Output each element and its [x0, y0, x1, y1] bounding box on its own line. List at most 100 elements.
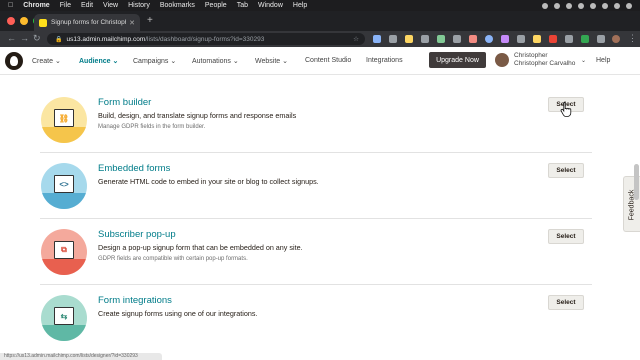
extension-icon[interactable] — [469, 35, 477, 43]
bookmark-star-icon[interactable]: ☆ — [353, 35, 359, 43]
help-link[interactable]: Help — [596, 57, 610, 64]
menu-people[interactable]: People — [205, 2, 227, 9]
nav-integrations[interactable]: Integrations — [366, 57, 403, 64]
apple-icon[interactable]:  — [8, 2, 13, 9]
extension-icon[interactable] — [565, 35, 573, 43]
extension-icon[interactable] — [405, 35, 413, 43]
nav-campaigns[interactable]: Campaigns ⌄ — [133, 57, 176, 65]
form-option-row: ⧉ Subscriber pop-up Design a pop-up sign… — [40, 219, 592, 285]
form-option-row: <> Embedded forms Generate HTML code to … — [40, 153, 592, 219]
status-icon[interactable] — [626, 2, 632, 9]
form-option-row: ⛓ Form builder Build, design, and transl… — [40, 87, 592, 153]
url-path: /lists/dashboard/signup-forms?id=330293 — [145, 35, 265, 43]
illustration-band — [41, 325, 87, 341]
status-icon[interactable] — [554, 2, 560, 9]
extension-icon[interactable] — [501, 35, 509, 43]
url-host: us13.admin.mailchimp.com — [66, 35, 146, 43]
extension-icon[interactable] — [485, 35, 493, 43]
illustration-band — [41, 127, 87, 143]
select-button[interactable]: Select — [548, 295, 584, 310]
illustration-band — [41, 193, 87, 209]
account-full-name: Christopher Carvalho — [514, 60, 576, 67]
option-description: Design a pop-up signup form that can be … — [98, 243, 303, 252]
status-icon[interactable] — [566, 2, 572, 9]
page-scrollbar[interactable] — [634, 78, 639, 350]
browser-menu-icon[interactable]: ⋮ — [628, 33, 637, 44]
nav-create[interactable]: Create ⌄ — [32, 57, 61, 65]
option-note: Manage GDPR fields in the form builder. — [98, 124, 206, 130]
option-description: Build, design, and translate signup form… — [98, 111, 297, 120]
status-icon[interactable] — [602, 2, 608, 9]
nav-audience[interactable]: Audience ⌄ — [79, 57, 118, 65]
avatar[interactable] — [495, 53, 509, 67]
scrollbar-thumb[interactable] — [634, 164, 639, 200]
browser-tab[interactable]: Signup forms for Christopher C ✕ — [34, 14, 140, 31]
code-icon: <> — [54, 175, 74, 193]
status-icon[interactable] — [614, 2, 620, 9]
swap-arrows-icon: ⇆ — [54, 307, 74, 325]
extension-icon[interactable] — [581, 35, 589, 43]
status-icon[interactable] — [590, 2, 596, 9]
extension-icon[interactable] — [437, 35, 445, 43]
form-integrations-illustration: ⇆ — [41, 295, 87, 341]
close-window-button[interactable] — [7, 17, 15, 25]
menu-history[interactable]: History — [128, 2, 150, 9]
close-tab-icon[interactable]: ✕ — [129, 19, 135, 27]
embedded-forms-illustration: <> — [41, 163, 87, 209]
extension-icon[interactable] — [453, 35, 461, 43]
select-button[interactable]: Select — [548, 163, 584, 178]
option-note: GDPR fields are compatible with certain … — [98, 256, 248, 262]
option-title[interactable]: Form builder — [98, 97, 151, 108]
popup-window-icon: ⧉ — [54, 241, 74, 259]
nav-content-studio[interactable]: Content Studio — [305, 57, 351, 64]
minimize-window-button[interactable] — [20, 17, 28, 25]
extension-icon[interactable] — [373, 35, 381, 43]
extension-icon[interactable] — [549, 35, 557, 43]
hand-cursor-icon — [560, 101, 572, 117]
menu-app-name[interactable]: Chrome — [23, 2, 49, 9]
mailchimp-logo-icon[interactable] — [5, 52, 23, 70]
account-menu[interactable]: Christopher Christopher Carvalho — [514, 52, 575, 68]
link-icon: ⛓ — [54, 109, 74, 127]
forward-icon[interactable]: → — [20, 33, 29, 43]
browser-tab-bar: Signup forms for Christopher C ✕ — [0, 11, 640, 31]
illustration-band — [41, 259, 87, 275]
new-tab-icon[interactable]: + — [147, 15, 153, 26]
extension-icon[interactable] — [533, 35, 541, 43]
extension-icon[interactable] — [389, 35, 397, 43]
nav-automations[interactable]: Automations ⌄ — [192, 57, 239, 65]
back-icon[interactable]: ← — [7, 33, 16, 43]
reload-icon[interactable]: ↻ — [33, 33, 41, 44]
option-title[interactable]: Embedded forms — [98, 163, 170, 174]
subscriber-popup-illustration: ⧉ — [41, 229, 87, 275]
extension-icon[interactable] — [517, 35, 525, 43]
lock-icon: 🔒 — [55, 36, 63, 43]
extension-icon[interactable] — [421, 35, 429, 43]
form-option-row: ⇆ Form integrations Create signup forms … — [40, 285, 592, 351]
select-button[interactable]: Select — [548, 229, 584, 244]
address-bar[interactable]: 🔒 us13.admin.mailchimp.com /lists/dashbo… — [47, 33, 365, 45]
tab-title: Signup forms for Christopher C — [51, 19, 126, 26]
status-icon[interactable] — [578, 2, 584, 9]
nav-website[interactable]: Website ⌄ — [255, 57, 288, 65]
menu-window[interactable]: Window — [258, 2, 283, 9]
upgrade-now-button[interactable]: Upgrade Now — [429, 52, 486, 68]
status-icon[interactable] — [542, 2, 548, 9]
menu-tab[interactable]: Tab — [237, 2, 248, 9]
extension-icon[interactable] — [597, 35, 605, 43]
form-builder-illustration: ⛓ — [41, 97, 87, 143]
menu-bookmarks[interactable]: Bookmarks — [160, 2, 195, 9]
mac-menu-bar:  Chrome File Edit View History Bookmark… — [0, 0, 640, 11]
account-name: Christopher — [514, 52, 548, 59]
menu-status-icons — [542, 2, 640, 9]
menu-file[interactable]: File — [60, 2, 71, 9]
menu-help[interactable]: Help — [293, 2, 307, 9]
link-status-bar: https://us13.admin.mailchimp.com/lists/d… — [0, 353, 162, 360]
option-title[interactable]: Form integrations — [98, 295, 172, 306]
profile-avatar-icon[interactable] — [612, 35, 620, 43]
menu-edit[interactable]: Edit — [81, 2, 93, 9]
option-title[interactable]: Subscriber pop-up — [98, 229, 176, 240]
menu-view[interactable]: View — [103, 2, 118, 9]
option-description: Generate HTML code to embed in your site… — [98, 177, 319, 186]
chevron-down-icon[interactable]: ⌄ — [581, 57, 586, 64]
